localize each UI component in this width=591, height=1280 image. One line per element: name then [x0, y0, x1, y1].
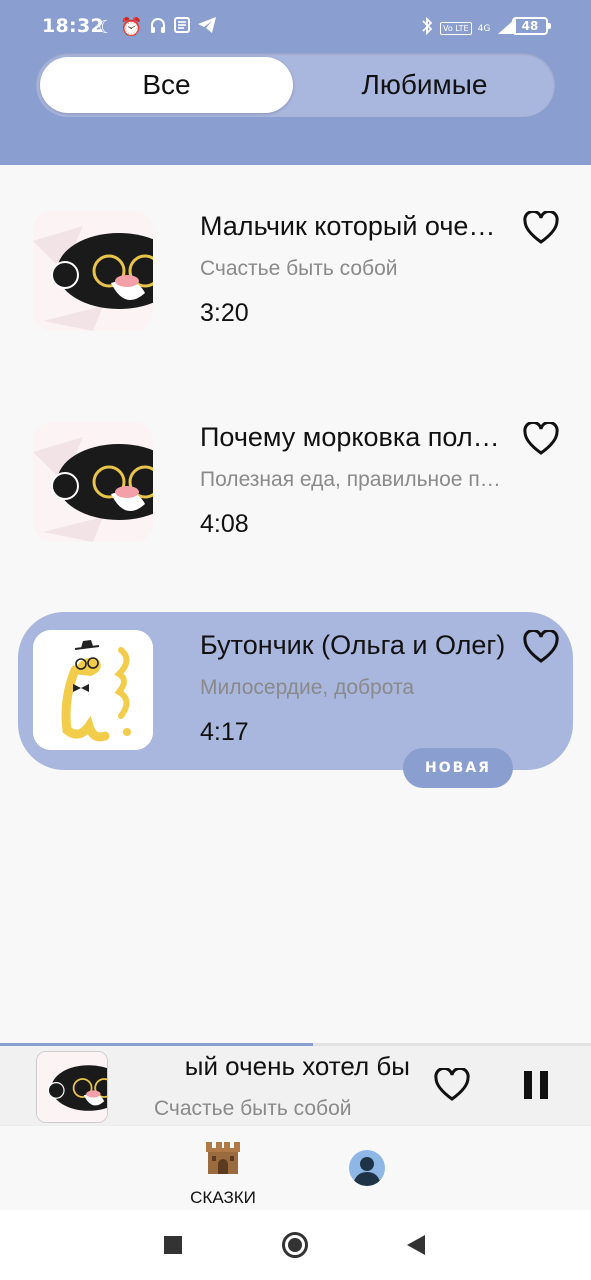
track-cover [33, 630, 153, 750]
track-cover [33, 211, 153, 331]
track-item-active[interactable]: Бутончик (Ольга и Олег) Милосердие, добр… [18, 612, 573, 770]
nav-tales-label: СКАЗКИ [190, 1188, 256, 1207]
player-title-marquee: ый очень хотел бы [154, 1051, 410, 1085]
home-icon[interactable] [282, 1232, 308, 1258]
filter-tabs: Все Любимые [36, 53, 555, 117]
pause-icon[interactable] [524, 1071, 550, 1099]
heart-icon[interactable] [523, 422, 559, 456]
status-system-icons: Vo LTE 4G [420, 16, 518, 41]
recents-icon[interactable] [164, 1236, 182, 1254]
player-cover [36, 1051, 108, 1123]
track-title: Мальчик который очень хотел быть собой [200, 211, 510, 241]
tab-favorites[interactable]: Любимые [298, 57, 551, 113]
track-item[interactable]: Мальчик который очень хотел быть собой С… [18, 193, 573, 351]
back-icon[interactable] [407, 1235, 425, 1255]
status-notification-icons: ☾ ⏰ [98, 16, 217, 39]
tab-all[interactable]: Все [40, 57, 293, 113]
battery-icon: 48 [512, 17, 551, 35]
telegram-icon [197, 16, 217, 39]
track-subtitle: Полезная еда, правильное питание [200, 468, 510, 491]
progress-fill [0, 1043, 314, 1046]
new-badge: НОВАЯ [403, 748, 513, 788]
volte-icon: Vo LTE [440, 22, 472, 35]
avatar[interactable] [349, 1150, 385, 1186]
news-icon [173, 16, 191, 39]
signal-4g-icon: 4G [477, 23, 491, 34]
track-title: Бутончик (Ольга и Олег) [200, 630, 506, 660]
player-subtitle: Счастье быть собой [154, 1097, 352, 1120]
system-nav-bar [0, 1210, 591, 1280]
bluetooth-icon [420, 16, 434, 41]
track-subtitle: Милосердие, доброта [200, 676, 415, 699]
track-duration: 4:17 [200, 718, 249, 746]
bottom-nav: СКАЗКИ [0, 1125, 591, 1210]
headphones-icon [149, 16, 167, 39]
nav-tales[interactable]: СКАЗКИ [180, 1136, 266, 1207]
heart-icon[interactable] [523, 630, 559, 664]
castle-icon [206, 1142, 240, 1174]
heart-icon[interactable] [523, 211, 559, 245]
heart-icon[interactable] [434, 1068, 470, 1102]
mini-player[interactable]: ый очень хотел бы Счастье быть собой [0, 1043, 591, 1125]
track-duration: 3:20 [200, 299, 249, 327]
user-icon [353, 1157, 381, 1186]
track-duration: 4:08 [200, 510, 249, 538]
track-subtitle: Счастье быть собой [200, 257, 398, 280]
track-item[interactable]: Почему морковка полезна Полезная еда, пр… [18, 404, 573, 562]
moon-icon: ☾ [98, 16, 115, 38]
header: 18:32 ☾ ⏰ Vo LTE 4G 48 Все Любимые [0, 0, 591, 165]
progress-bar[interactable] [0, 1043, 591, 1046]
alarm-icon: ⏰ [120, 16, 143, 38]
player-title: ый очень хотел бы [184, 1051, 410, 1081]
status-bar: 18:32 ☾ ⏰ Vo LTE 4G 48 [0, 0, 591, 54]
track-cover [33, 422, 153, 542]
status-time: 18:32 [42, 15, 104, 37]
track-title: Почему морковка полезна [200, 422, 510, 452]
